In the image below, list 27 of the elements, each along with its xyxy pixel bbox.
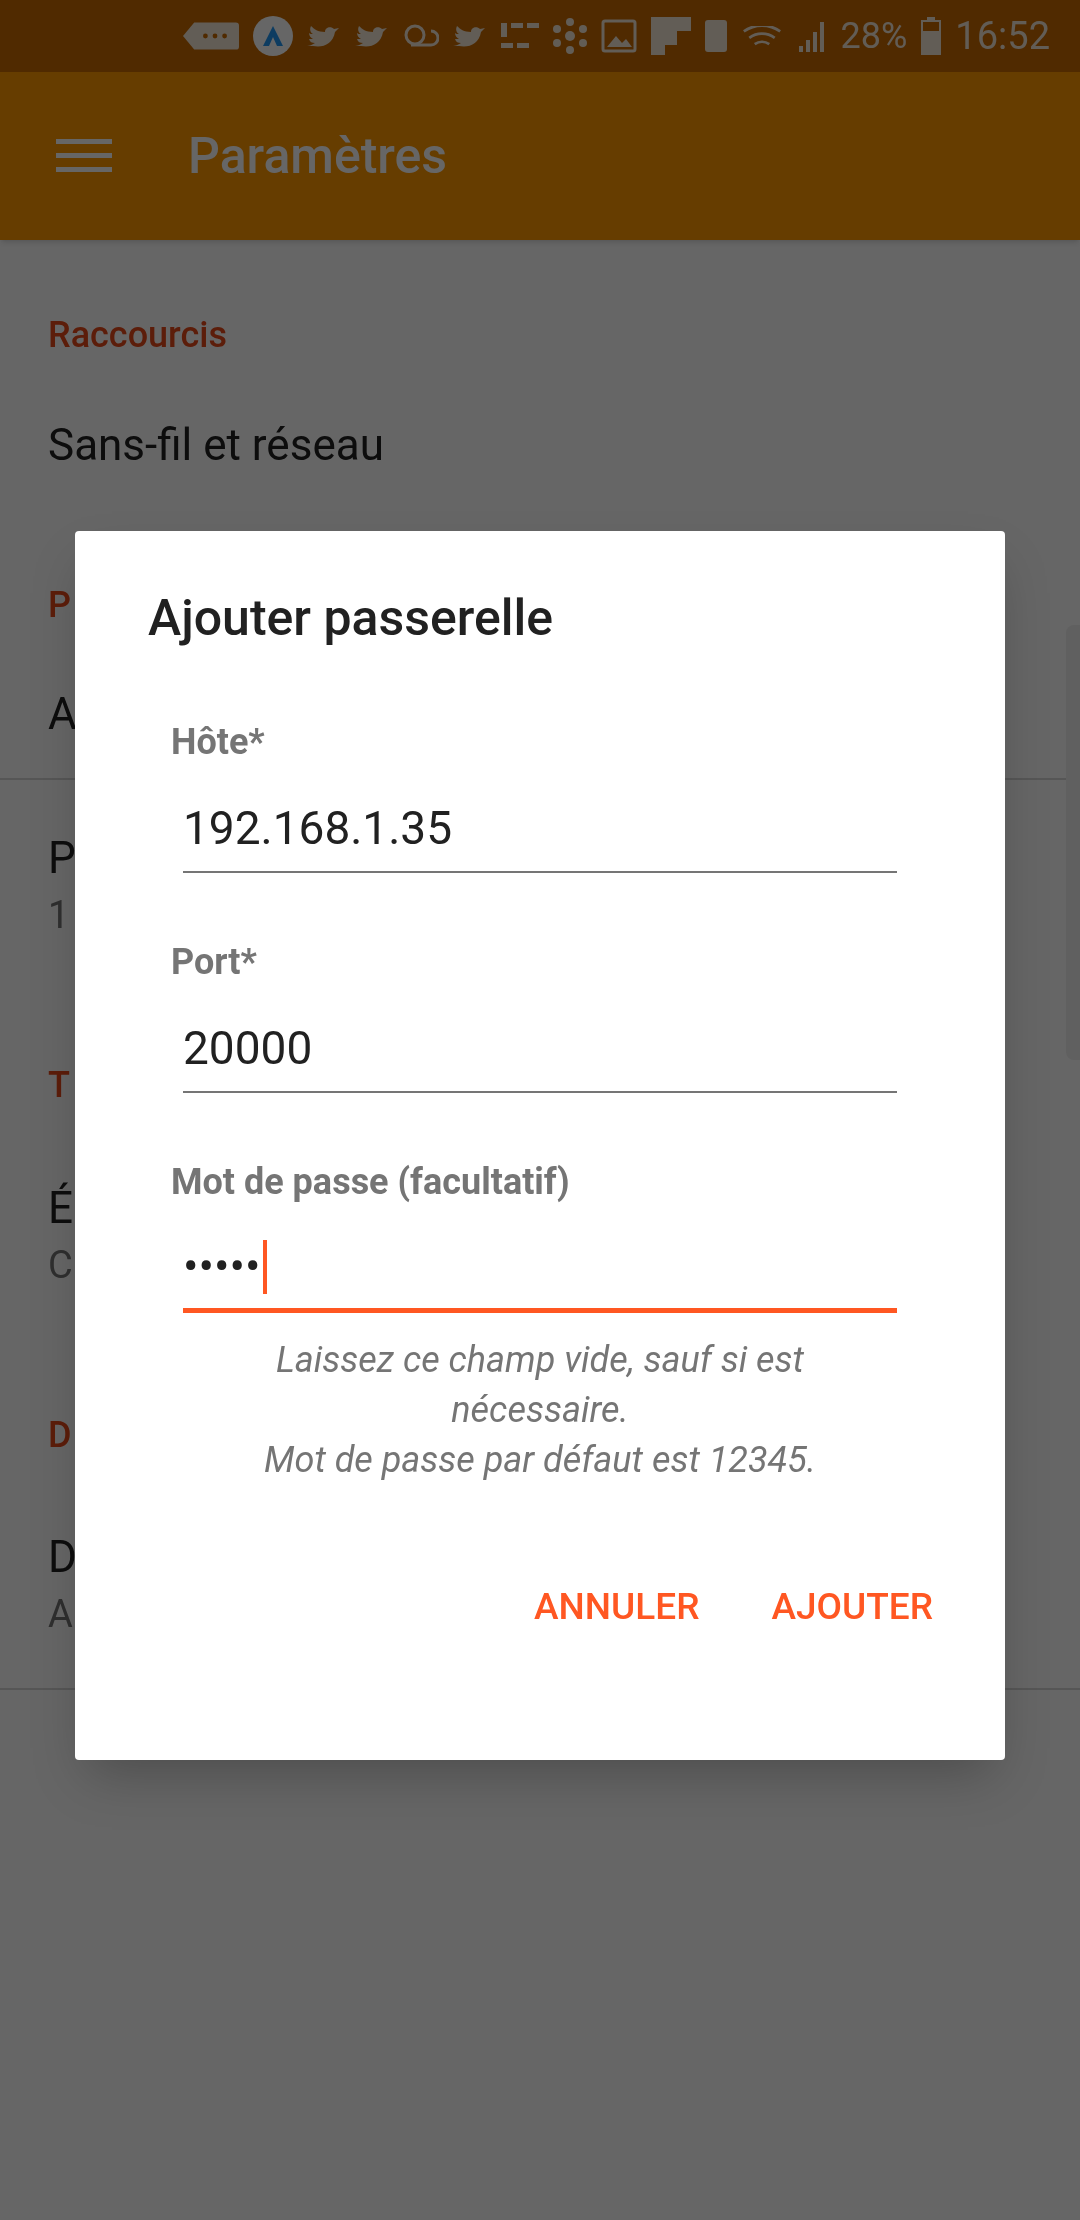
- input-field[interactable]: 20000: [183, 989, 897, 1093]
- section-header: D: [48, 1413, 72, 1458]
- app-logo-icon: [252, 16, 293, 56]
- app-title: Paramètres: [188, 125, 448, 187]
- battery-percentage: 28%: [840, 18, 908, 54]
- wifi-icon: [740, 26, 783, 46]
- dialog-button[interactable]: ANNULER: [534, 1571, 700, 1643]
- setting-title[interactable]: É: [48, 1180, 73, 1236]
- blocks-icon: [500, 23, 539, 49]
- section-header: Raccourcis: [48, 313, 227, 358]
- setting-title[interactable]: A: [48, 686, 77, 742]
- setting-title[interactable]: P: [48, 830, 76, 886]
- field-label: Hôte*: [171, 720, 266, 765]
- setting-title[interactable]: Sans-fil et réseau: [48, 417, 384, 473]
- setting-title[interactable]: D: [48, 1529, 77, 1585]
- battery-icon: [921, 17, 942, 55]
- field-label: Mot de passe (facultatif): [171, 1160, 571, 1205]
- input-field[interactable]: •••••: [183, 1209, 897, 1313]
- image-icon: [600, 19, 637, 53]
- section-header: P: [48, 583, 71, 628]
- network-nodes-icon: [552, 18, 587, 54]
- section-header: T: [48, 1063, 70, 1108]
- dialog-button[interactable]: AJOUTER: [771, 1571, 933, 1643]
- field-label: Port*: [171, 940, 258, 985]
- input-field[interactable]: 192.168.1.35: [183, 769, 897, 873]
- help-text: Laissez ce champ vide, sauf si est nécessaire. Mot de passe par défaut est 12345.: [264, 1338, 816, 1483]
- clock: 16:52: [955, 17, 1050, 55]
